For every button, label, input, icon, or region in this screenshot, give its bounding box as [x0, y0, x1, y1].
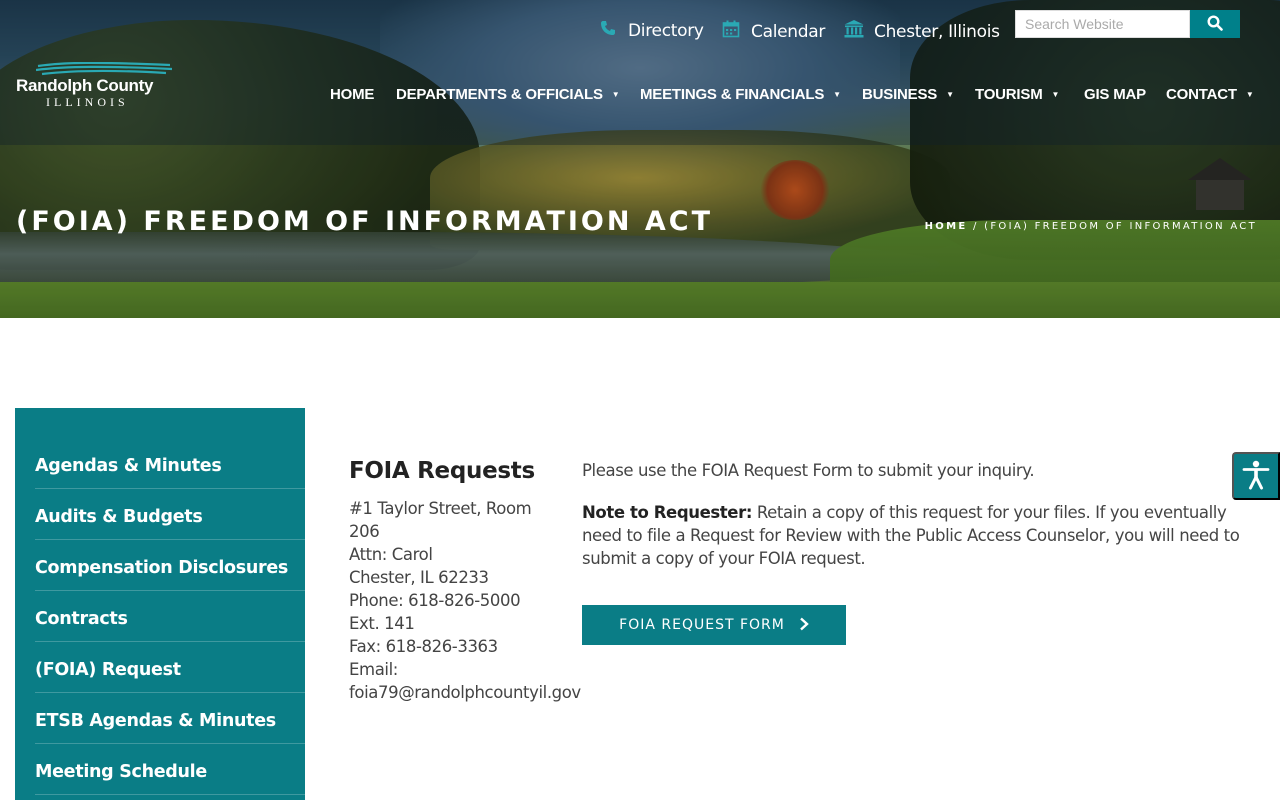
sidebar-item-audits-budgets[interactable]: Audits & Budgets	[35, 489, 305, 540]
contact-city: Chester, IL 62233	[349, 568, 489, 587]
contact-address: #1 Taylor Street, Room 206	[349, 499, 532, 541]
logo-name: Randolph County	[16, 76, 154, 95]
contact-ext: Ext. 141	[349, 614, 415, 633]
contact-info: #1 Taylor Street, Room 206 Attn: Carol C…	[349, 497, 581, 704]
nav-gis-label: GIS MAP	[1084, 86, 1146, 103]
search-bar	[1015, 10, 1240, 38]
contact-fax: Fax: 618-826-3363	[349, 637, 498, 656]
sidebar-item-agendas-minutes[interactable]: Agendas & Minutes	[35, 440, 305, 489]
nav-tourism[interactable]: TOURISM ▼	[975, 86, 1059, 103]
breadcrumb-separator: /	[967, 221, 985, 232]
note-label: Note to Requester:	[582, 503, 753, 522]
location-link[interactable]: Chester, Illinois	[844, 20, 1000, 43]
caret-down-icon: ▼	[946, 90, 954, 99]
nav-gis-map[interactable]: GIS MAP	[1084, 86, 1146, 103]
search-icon	[1207, 14, 1223, 34]
contact-attn: Attn: Carol	[349, 545, 433, 564]
logo-state: ILLINOIS	[46, 95, 129, 109]
nav-home[interactable]: HOME	[330, 86, 374, 103]
accessibility-button[interactable]	[1232, 452, 1280, 500]
note-to-requester: Note to Requester: Retain a copy of this…	[582, 501, 1242, 570]
logo-waves-icon	[36, 62, 172, 76]
nav-business[interactable]: BUSINESS ▼	[862, 86, 954, 103]
hero-banner	[0, 0, 1280, 318]
nav-business-label: BUSINESS	[862, 86, 938, 103]
nav-meetings-label: MEETINGS & FINANCIALS	[640, 86, 825, 103]
caret-down-icon: ▼	[611, 90, 620, 99]
caret-down-icon: ▼	[833, 90, 841, 99]
chevron-right-icon	[799, 616, 809, 635]
foia-button-label: FOIA REQUEST FORM	[619, 617, 785, 633]
search-button[interactable]	[1190, 10, 1240, 38]
breadcrumb-home[interactable]: HOME	[925, 221, 968, 232]
nav-departments[interactable]: DEPARTMENTS & OFFICIALS ▼	[396, 86, 620, 103]
calendar-icon	[721, 20, 741, 43]
sidebar-item-etsb-agendas-minutes[interactable]: ETSB Agendas & Minutes	[35, 693, 305, 744]
nav-contact-label: CONTACT	[1166, 86, 1237, 103]
breadcrumb: HOME / (FOIA) FREEDOM OF INFORMATION ACT	[925, 221, 1257, 232]
directory-label: Directory	[628, 20, 704, 41]
nav-contact[interactable]: CONTACT ▼	[1166, 86, 1254, 103]
nav-home-label: HOME	[330, 86, 375, 103]
page-title: (FOIA) FREEDOM OF INFORMATION ACT	[16, 206, 714, 237]
sidebar-item-contracts[interactable]: Contracts	[35, 591, 305, 642]
caret-down-icon: ▼	[1051, 90, 1060, 99]
courthouse-icon	[844, 20, 864, 43]
calendar-label: Calendar	[751, 21, 826, 42]
site-logo[interactable]: Randolph County ILLINOIS	[16, 62, 176, 110]
sidebar-item-meeting-schedule[interactable]: Meeting Schedule	[35, 744, 305, 795]
sidebar-item-compensation-disclosures[interactable]: Compensation Disclosures	[35, 540, 305, 591]
caret-down-icon: ▼	[1245, 90, 1254, 99]
contact-phone: Phone: 618-826-5000	[349, 591, 521, 610]
nav-tourism-label: TOURISM	[975, 86, 1043, 103]
phone-icon	[598, 20, 618, 41]
location-label: Chester, Illinois	[874, 21, 1000, 42]
breadcrumb-current: (FOIA) FREEDOM OF INFORMATION ACT	[984, 221, 1257, 232]
sidebar: Agendas & Minutes Audits & Budgets Compe…	[15, 408, 305, 800]
directory-link[interactable]: Directory	[598, 20, 704, 41]
search-input[interactable]	[1015, 10, 1190, 38]
contact-email[interactable]: foia79@randolphcountyil.gov	[349, 681, 581, 704]
foia-request-form-button[interactable]: FOIA REQUEST FORM	[582, 605, 846, 645]
intro-text: Please use the FOIA Request Form to subm…	[582, 461, 1035, 480]
content-title: FOIA Requests	[349, 458, 535, 484]
contact-email-label: Email:	[349, 660, 398, 679]
nav-departments-label: DEPARTMENTS & OFFICIALS	[396, 86, 603, 103]
nav-meetings[interactable]: MEETINGS & FINANCIALS ▼	[640, 86, 841, 103]
calendar-link[interactable]: Calendar	[721, 20, 825, 43]
accessibility-icon	[1242, 460, 1270, 493]
sidebar-item-foia-request[interactable]: (FOIA) Request	[35, 642, 305, 693]
